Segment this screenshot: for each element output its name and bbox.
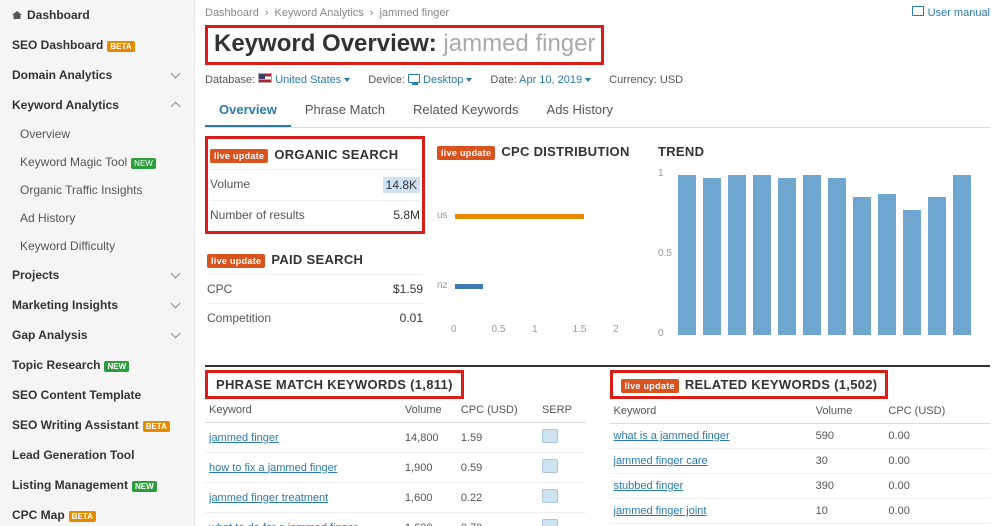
sidebar-item-seo-dashboard[interactable]: SEO DashboardBETA [0,30,194,60]
keyword-link[interactable]: what to do for a jammed finger [209,522,358,526]
table-row: jammed finger care300.00 [610,449,991,474]
beta-badge: BETA [143,421,170,432]
sidebar-item-gap-analysis[interactable]: Gap Analysis [0,320,194,350]
new-badge: NEW [104,361,129,372]
table-row: what to do for a jammed finger1,6000.70 [205,513,586,526]
keyword-link[interactable]: jammed finger treatment [209,492,328,504]
tab-phrase-match[interactable]: Phrase Match [291,94,399,127]
sidebar-item-ad-history[interactable]: Ad History [0,204,194,232]
sidebar-item-marketing-insights[interactable]: Marketing Insights [0,290,194,320]
cpc-label: CPC [207,282,232,296]
competition-label: Competition [207,311,271,325]
related-keywords-table: Keyword Volume CPC (USD) what is a jamme… [610,399,991,524]
home-icon [12,11,22,19]
beta-badge: BETA [107,41,134,52]
flag-us-icon [258,73,272,83]
serp-icon[interactable] [542,429,558,443]
cpc-distribution-chart: usnz00.511.52 [437,174,638,344]
cpc-distribution-card: live updateCPC DISTRIBUTION usnz00.511.5… [435,136,640,351]
live-update-badge: live update [207,254,265,268]
volume-value: 14.8K [383,177,420,193]
trend-card: TREND 00.51 [656,136,990,351]
phrase-match-table: Keyword Volume CPC (USD) SERP jammed fin… [205,398,586,526]
date-select[interactable]: Apr 10, 2019 [519,74,591,86]
device-select[interactable]: Desktop [423,74,472,86]
beta-badge: BETA [69,511,96,522]
cpc-value: $1.59 [393,282,423,296]
sidebar-item-cpc-map[interactable]: CPC MapBETA [0,500,194,526]
table-row: how to fix a jammed finger1,9000.59 [205,453,586,483]
related-keywords-title: live updateRELATED KEYWORDS (1,502) [610,370,889,399]
keyword-link[interactable]: what is a jammed finger [614,430,730,442]
keyword-link[interactable]: how to fix a jammed finger [209,462,337,474]
results-label: Number of results [210,208,305,222]
table-row: jammed finger treatment1,6000.22 [205,483,586,513]
sidebar-item-keyword-difficulty[interactable]: Keyword Difficulty [0,232,194,260]
desktop-icon [408,74,420,83]
volume-label: Volume [210,177,250,193]
serp-icon[interactable] [542,489,558,503]
chevron-down-icon [172,330,182,340]
user-manual-link[interactable]: User manual [912,6,990,19]
live-update-badge: live update [210,149,268,163]
trend-chart: 00.51 [658,169,988,349]
database-select[interactable]: United States [275,74,350,86]
sidebar-item-listing[interactable]: Listing ManagementNEW [0,470,194,500]
sidebar-item-overview[interactable]: Overview [0,120,194,148]
crumb-dashboard[interactable]: Dashboard [205,7,259,19]
currency-value: USD [660,74,683,86]
chevron-down-icon [172,270,182,280]
live-update-badge: live update [621,379,679,393]
filter-bar: Database: United States Device: Desktop … [205,65,990,90]
paid-search-card: live updatePAID SEARCH CPC$1.59 Competit… [205,244,425,334]
sidebar-item-projects[interactable]: Projects [0,260,194,290]
sidebar: Dashboard SEO DashboardBETA Domain Analy… [0,0,195,526]
sidebar-item-lead-gen[interactable]: Lead Generation Tool [0,440,194,470]
sidebar-item-domain-analytics[interactable]: Domain Analytics [0,60,194,90]
new-badge: NEW [132,481,157,492]
serp-icon[interactable] [542,519,558,526]
table-row: what is a jammed finger5900.00 [610,424,991,449]
table-row: jammed finger joint100.00 [610,499,991,524]
page-title: Keyword Overview: jammed finger [205,25,604,65]
breadcrumb: Dashboard › Keyword Analytics › jammed f… [205,0,990,25]
sidebar-item-keyword-analytics[interactable]: Keyword Analytics [0,90,194,120]
main-content: Dashboard › Keyword Analytics › jammed f… [195,0,1000,526]
phrase-match-title: PHRASE MATCH KEYWORDS (1,811) [205,370,464,399]
sidebar-item-writing-assistant[interactable]: SEO Writing AssistantBETA [0,410,194,440]
table-row: jammed finger14,8001.59 [205,423,586,453]
keyword-link[interactable]: jammed finger joint [614,505,707,517]
serp-icon[interactable] [542,459,558,473]
crumb-keyword-analytics[interactable]: Keyword Analytics [275,7,364,19]
keyword-link[interactable]: stubbed finger [614,480,684,492]
sidebar-item-organic-insights[interactable]: Organic Traffic Insights [0,176,194,204]
live-update-badge: live update [437,146,495,160]
sidebar-item-topic-research[interactable]: Topic ResearchNEW [0,350,194,380]
tab-overview[interactable]: Overview [205,94,291,127]
chevron-up-icon [172,100,182,110]
sidebar-item-content-template[interactable]: SEO Content Template [0,380,194,410]
crumb-current: jammed finger [379,7,449,19]
new-badge: NEW [131,158,156,169]
organic-search-card: live updateORGANIC SEARCH Volume14.8K Nu… [205,136,425,234]
related-keywords-panel: live updateRELATED KEYWORDS (1,502) Keyw… [610,377,991,526]
tab-related-keywords[interactable]: Related Keywords [399,94,533,127]
phrase-match-panel: PHRASE MATCH KEYWORDS (1,811) Keyword Vo… [205,377,586,526]
chevron-down-icon [172,70,182,80]
competition-value: 0.01 [400,311,423,325]
keyword-link[interactable]: jammed finger care [614,455,708,467]
book-icon [912,6,924,16]
table-row: stubbed finger3900.00 [610,474,991,499]
results-value: 5.8M [393,208,420,222]
sidebar-item-dashboard[interactable]: Dashboard [0,0,194,30]
tabs: Overview Phrase Match Related Keywords A… [205,94,990,128]
keyword-link[interactable]: jammed finger [209,432,279,444]
sidebar-item-keyword-magic[interactable]: Keyword Magic ToolNEW [0,148,194,176]
tab-ads-history[interactable]: Ads History [533,94,627,127]
chevron-down-icon [172,300,182,310]
